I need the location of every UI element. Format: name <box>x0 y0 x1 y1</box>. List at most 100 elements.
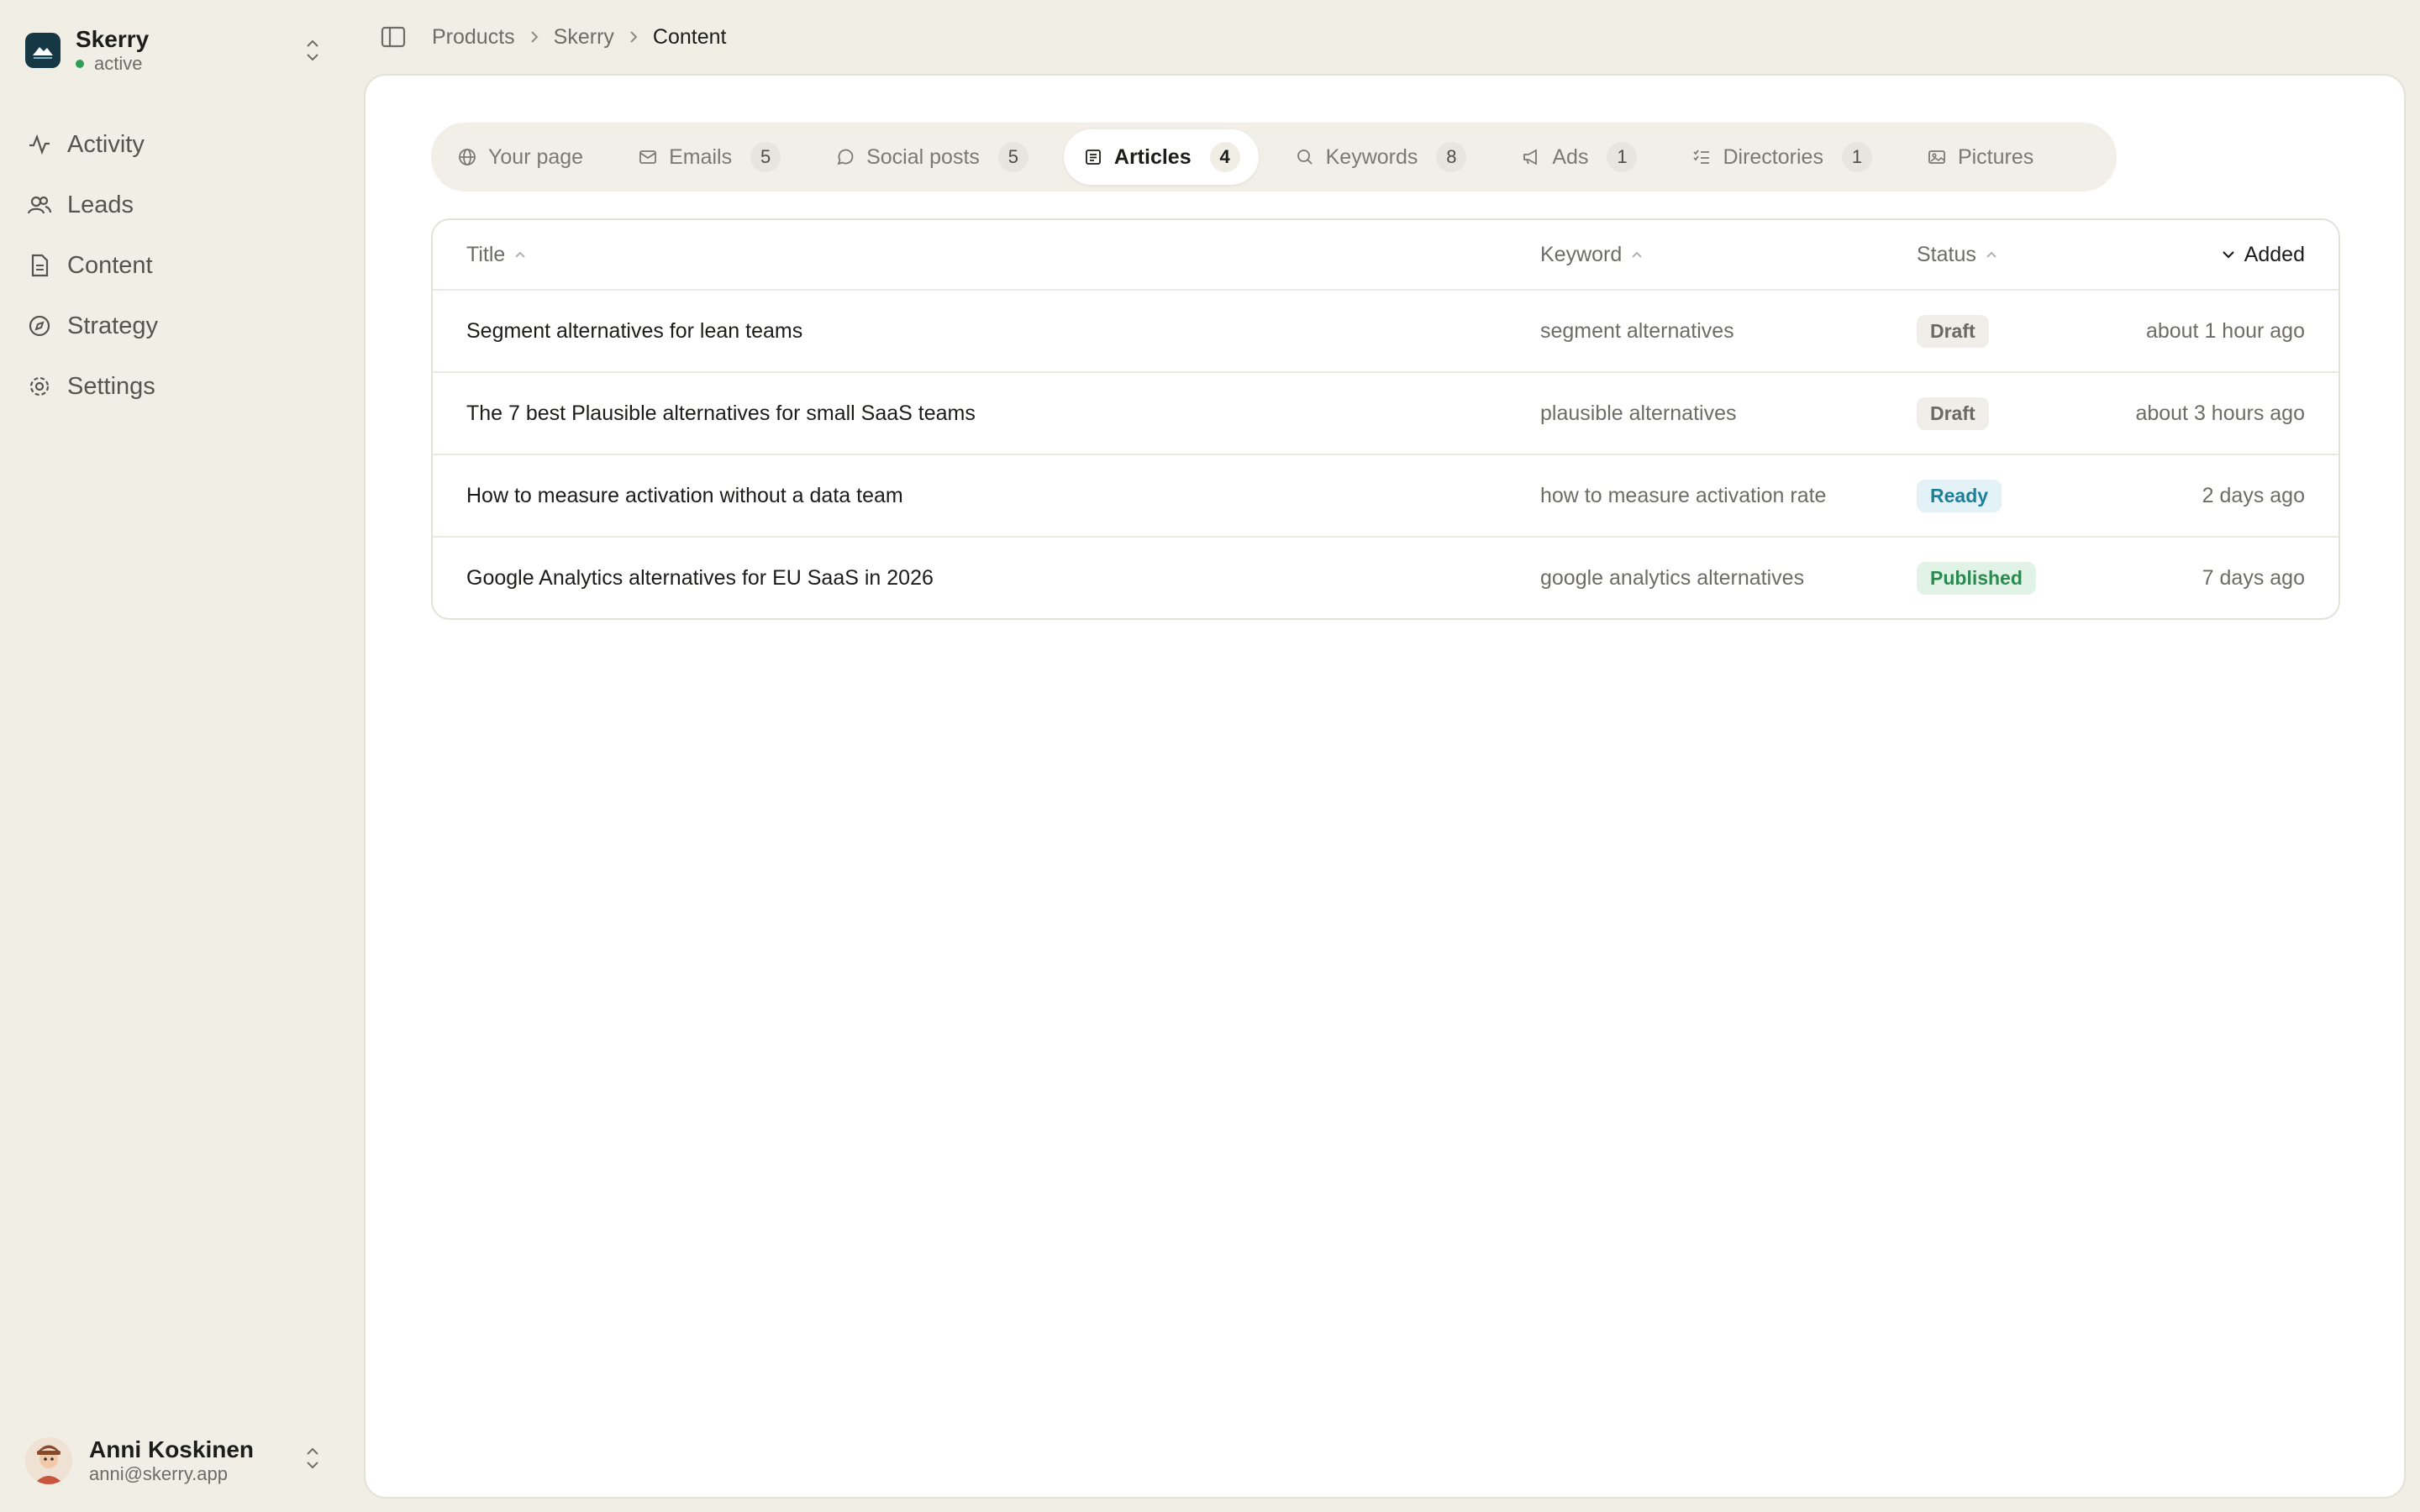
status-badge: Ready <box>1917 479 2002 512</box>
chat-icon <box>834 146 856 168</box>
user-email: anni@skerry.app <box>89 1463 228 1484</box>
chevron-right-icon <box>529 29 540 45</box>
sidebar-item-label: Activity <box>67 130 145 158</box>
table-row[interactable]: Google Analytics alternatives for EU Saa… <box>433 538 2338 618</box>
row-title: The 7 best Plausible alternatives for sm… <box>466 401 976 425</box>
row-title: Segment alternatives for lean teams <box>466 318 803 343</box>
tab-count: 4 <box>1209 142 1240 172</box>
status-dot <box>76 60 84 68</box>
tab-your-page[interactable]: Your page <box>438 129 602 185</box>
row-title: Google Analytics alternatives for EU Saa… <box>466 565 934 590</box>
row-status: Draft <box>1917 373 1989 454</box>
tab-label: Keywords <box>1325 144 1418 169</box>
sidebar-toggle-icon[interactable] <box>378 22 408 52</box>
sidebar-item-settings[interactable]: Settings <box>25 356 336 417</box>
workspace-status: active <box>76 53 149 75</box>
table-row[interactable]: The 7 best Plausible alternatives for sm… <box>433 373 2338 455</box>
activity-icon <box>25 130 54 159</box>
tab-label: Your page <box>488 144 584 169</box>
sort-up-icon <box>513 249 527 260</box>
row-keyword: plausible alternatives <box>1540 401 1737 425</box>
breadcrumb-products[interactable]: Products <box>432 25 515 50</box>
row-added: about 1 hour ago <box>2145 318 2305 343</box>
tab-count: 5 <box>750 142 781 172</box>
sidebar-item-label: Content <box>67 251 153 279</box>
table-row[interactable]: Segment alternatives for lean teams segm… <box>433 291 2338 373</box>
tab-label: Social posts <box>866 144 980 169</box>
sidebar-item-leads[interactable]: Leads <box>25 175 336 235</box>
gear-icon <box>25 372 54 401</box>
row-keyword: how to measure activation rate <box>1540 483 1827 507</box>
sidebar-item-content[interactable]: Content <box>25 235 336 296</box>
user-menu[interactable]: Anni Koskinen anni@skerry.app <box>25 1433 328 1488</box>
row-status: Ready <box>1917 455 2002 536</box>
articles-table: Title Keyword Status Added Segment alter… <box>431 218 2340 620</box>
sidebar-item-strategy[interactable]: Strategy <box>25 296 336 356</box>
content-tabs: Your page Emails 5 Social posts 5 Articl… <box>431 123 2117 192</box>
sort-up-icon <box>1985 249 1998 260</box>
status-badge: Published <box>1917 561 2036 595</box>
tab-label: Articles <box>1113 144 1192 169</box>
chevron-updown-icon <box>302 1441 323 1475</box>
row-keyword: google analytics alternatives <box>1540 565 1805 590</box>
breadcrumb-skerry[interactable]: Skerry <box>554 25 614 50</box>
table-row[interactable]: How to measure activation without a data… <box>433 455 2338 538</box>
row-added: 7 days ago <box>2202 565 2305 590</box>
tab-label: Ads <box>1552 144 1589 169</box>
column-header-keyword[interactable]: Keyword <box>1540 243 1644 267</box>
column-header-label: Added <box>2244 242 2305 266</box>
main-panel: Your page Emails 5 Social posts 5 Articl… <box>364 74 2406 1499</box>
document-icon <box>1082 146 1104 168</box>
user-name: Anni Koskinen <box>89 1436 255 1462</box>
file-icon <box>25 251 54 280</box>
tab-label: Emails <box>669 144 733 169</box>
sidebar-nav: Activity Leads Content Strategy Settings <box>25 114 336 417</box>
row-status: Published <box>1917 538 2036 618</box>
sidebar-item-activity[interactable]: Activity <box>25 114 336 175</box>
list-check-icon <box>1691 146 1712 168</box>
row-added: about 3 hours ago <box>2135 401 2305 425</box>
chevron-right-icon <box>628 29 639 45</box>
sidebar-item-label: Strategy <box>67 312 158 339</box>
tab-pictures[interactable]: Pictures <box>1907 129 2052 185</box>
search-icon <box>1294 146 1316 168</box>
tab-count: 8 <box>1436 142 1467 172</box>
chevron-updown-icon <box>302 34 323 67</box>
mail-icon <box>637 146 659 168</box>
avatar <box>25 1437 72 1484</box>
column-header-status[interactable]: Status <box>1917 243 1998 267</box>
workspace-status-label: active <box>94 53 143 74</box>
table-header: Title Keyword Status Added <box>433 220 2338 291</box>
sidebar-item-label: Leads <box>67 191 134 218</box>
tab-count: 1 <box>1607 142 1638 172</box>
row-status: Draft <box>1917 291 1989 371</box>
globe-icon <box>456 146 478 168</box>
column-header-label: Keyword <box>1540 242 1623 266</box>
tab-label: Pictures <box>1957 144 2034 169</box>
column-header-added[interactable]: Added <box>2221 243 2305 267</box>
tab-social-posts[interactable]: Social posts 5 <box>816 129 1047 185</box>
users-icon <box>25 191 54 219</box>
status-badge: Draft <box>1917 314 1989 348</box>
tab-label: Directories <box>1723 144 1823 169</box>
row-keyword: segment alternatives <box>1540 318 1734 343</box>
workspace-switcher[interactable]: Skerry active <box>25 25 328 76</box>
breadcrumb-content: Content <box>652 24 727 49</box>
compass-icon <box>25 312 54 340</box>
column-header-label: Status <box>1917 242 1976 266</box>
column-header-label: Title <box>466 242 506 266</box>
tab-count: 5 <box>997 142 1028 172</box>
sidebar: Skerry active Activity Leads Content Str… <box>0 0 363 1512</box>
row-added: 2 days ago <box>2202 483 2305 507</box>
image-icon <box>1926 146 1948 168</box>
column-header-title[interactable]: Title <box>466 243 527 267</box>
status-badge: Draft <box>1917 396 1989 430</box>
row-title: How to measure activation without a data… <box>466 483 903 507</box>
tab-directories[interactable]: Directories 1 <box>1672 129 1890 185</box>
tab-emails[interactable]: Emails 5 <box>618 129 799 185</box>
tab-count: 1 <box>1841 142 1872 172</box>
tab-ads[interactable]: Ads 1 <box>1502 129 1655 185</box>
megaphone-icon <box>1520 146 1542 168</box>
tab-articles[interactable]: Articles 4 <box>1063 129 1259 185</box>
tab-keywords[interactable]: Keywords 8 <box>1276 129 1486 185</box>
